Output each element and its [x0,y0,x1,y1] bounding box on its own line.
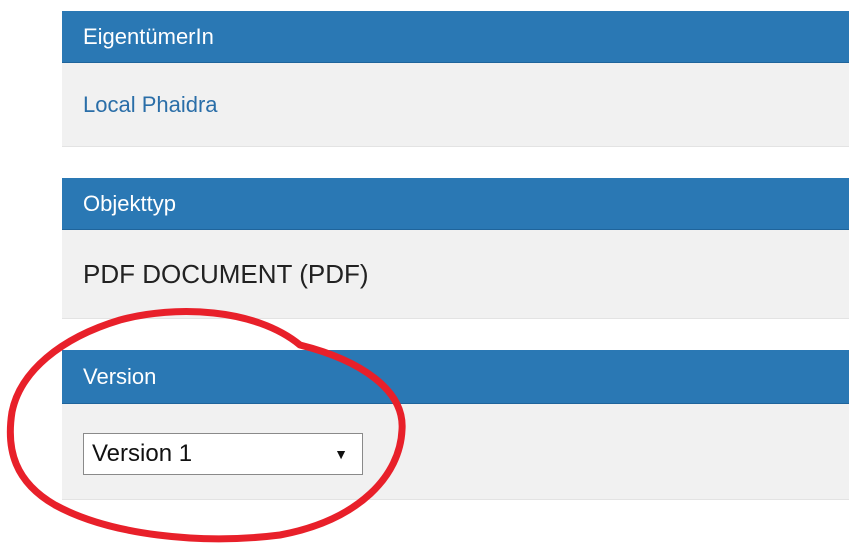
chevron-down-icon: ▼ [334,445,348,462]
object-type-panel-header: Objekttyp [62,178,849,230]
owner-panel: EigentümerIn Local Phaidra [62,11,849,147]
version-panel: Version Version 1 ▼ [62,350,849,500]
version-select-value: Version 1 [92,439,193,467]
owner-link[interactable]: Local Phaidra [83,92,218,118]
version-panel-body: Version 1 ▼ [62,404,849,500]
object-type-panel-body: PDF DOCUMENT (PDF) [62,230,849,319]
version-panel-header: Version [62,350,849,404]
page: EigentümerIn Local Phaidra Objekttyp PDF… [0,0,849,545]
owner-panel-header: EigentümerIn [62,11,849,63]
owner-panel-body: Local Phaidra [62,63,849,147]
object-type-panel-title: Objekttyp [83,190,176,216]
version-select[interactable]: Version 1 ▼ [83,432,363,475]
owner-panel-title: EigentümerIn [83,23,214,49]
object-type-panel: Objekttyp PDF DOCUMENT (PDF) [62,178,849,319]
object-type-value: PDF DOCUMENT (PDF) [83,258,369,289]
version-panel-title: Version [83,363,157,389]
